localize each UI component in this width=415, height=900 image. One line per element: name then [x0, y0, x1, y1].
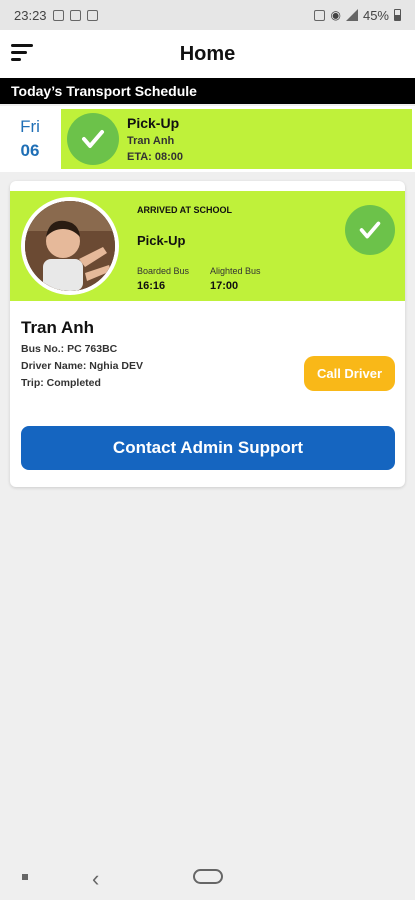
event-student: Tran Anh [127, 135, 175, 147]
schedule-heading: Today’s Transport Schedule [11, 83, 197, 99]
trip-event-title: Pick-Up [137, 233, 186, 248]
trip-status-panel: ARRIVED AT SCHOOL Pick-Up Boarded Bus 16… [10, 191, 405, 301]
alighted-label: Alighted Bus [210, 266, 261, 276]
vibrate-icon [314, 9, 326, 21]
schedule-day-row: Fri 06 Pick-Up Tran Anh ETA: 08:00 [0, 106, 415, 172]
hamburger-menu-icon[interactable] [11, 44, 33, 64]
trip-card: ARRIVED AT SCHOOL Pick-Up Boarded Bus 16… [10, 181, 405, 487]
day-column: Fri 06 [0, 106, 60, 172]
event-title: Pick-Up [127, 115, 180, 131]
battery-icon [394, 9, 401, 21]
event-text: Pick-Up Tran Anh ETA: 08:00 [127, 115, 183, 163]
driver-name: Driver Name: Nghia DEV [21, 360, 143, 372]
day-number: 06 [20, 141, 40, 160]
page-title: Home [179, 42, 236, 65]
status-left: 23:23 [14, 8, 98, 23]
mail-icon [69, 9, 81, 21]
student-avatar [21, 197, 119, 295]
alighted-time: 17:00 [210, 280, 239, 292]
schedule-heading-bar: Today’s Transport Schedule [0, 78, 415, 104]
trip-status: Trip: Completed [21, 377, 101, 389]
bus-number: Bus No.: PC 763BC [21, 343, 118, 355]
system-nav-bar: ‹ [0, 852, 415, 900]
status-time: 23:23 [14, 7, 47, 23]
check-icon [345, 205, 395, 255]
boarded-time: 16:16 [137, 280, 166, 292]
status-bar: 23:23 ◉ 45% [0, 0, 415, 30]
signal-icon [345, 9, 358, 21]
student-name: Tran Anh [21, 318, 95, 337]
status-right: ◉ 45% [314, 8, 401, 23]
day-name: Fri [20, 117, 40, 136]
boarded-label: Boarded Bus [137, 266, 190, 276]
call-driver-button[interactable]: Call Driver [304, 356, 395, 391]
muted-icon [86, 9, 98, 21]
back-icon[interactable]: ‹ [92, 868, 99, 890]
app-header: Home [0, 30, 415, 78]
wifi-icon: ◉ [330, 8, 341, 22]
contact-admin-support-button[interactable]: Contact Admin Support [21, 426, 395, 470]
schedule-event[interactable]: Pick-Up Tran Anh ETA: 08:00 [61, 109, 412, 169]
notification-icon [52, 9, 64, 21]
event-eta: ETA: 08:00 [127, 151, 184, 163]
recent-apps-icon[interactable] [22, 874, 28, 880]
home-icon[interactable] [193, 869, 223, 884]
trip-status-label: ARRIVED AT SCHOOL [137, 205, 233, 215]
check-icon [67, 113, 119, 165]
battery-percent: 45% [362, 7, 389, 23]
